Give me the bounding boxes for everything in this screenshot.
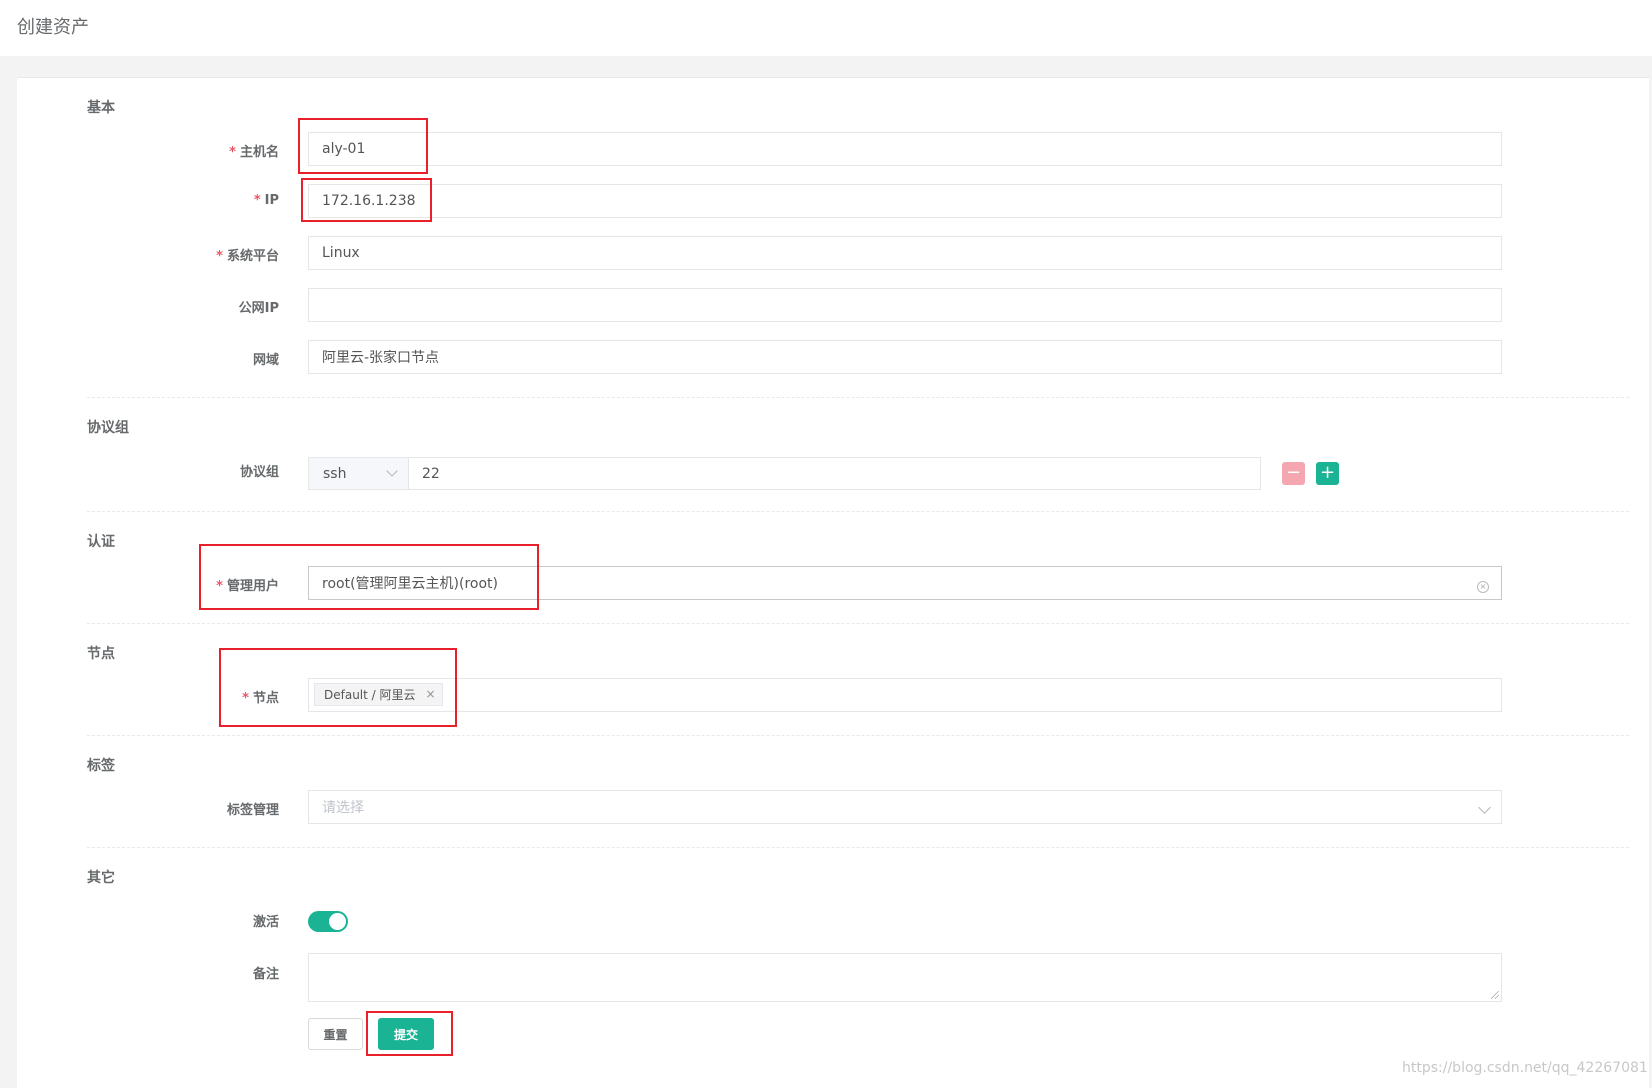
- ip-input[interactable]: 172.16.1.238: [308, 184, 1502, 218]
- section-divider: [87, 847, 1629, 848]
- section-title-node: 节点: [87, 646, 115, 662]
- highlight-box-node: [219, 648, 457, 727]
- public-ip-input[interactable]: [308, 288, 1502, 322]
- active-label: 激活: [252, 915, 279, 930]
- highlight-box-admin-user: [199, 544, 539, 610]
- highlight-box-ip: [301, 178, 432, 222]
- page-title: 创建资产: [17, 17, 89, 38]
- resize-handle-icon[interactable]: [1491, 991, 1499, 999]
- public-ip-label: 公网IP: [238, 301, 279, 316]
- platform-label: * 系统平台: [216, 249, 279, 264]
- protocols-label: 协议组: [239, 465, 279, 480]
- reset-button[interactable]: 重置: [308, 1018, 363, 1050]
- required-mark: *: [229, 145, 236, 160]
- platform-select[interactable]: Linux: [308, 236, 1502, 270]
- hostname-label: * 主机名: [229, 145, 279, 160]
- highlight-box-submit: [366, 1011, 453, 1056]
- labels-label: 标签管理: [226, 803, 279, 818]
- port-input[interactable]: 22: [408, 457, 1261, 490]
- remove-protocol-button[interactable]: −: [1282, 462, 1305, 485]
- domain-select[interactable]: 阿里云-张家口节点: [308, 340, 1502, 374]
- section-title-tags: 标签: [87, 758, 115, 774]
- protocol-select[interactable]: ssh: [308, 457, 409, 490]
- labels-select[interactable]: 请选择: [308, 790, 1502, 824]
- highlight-box-hostname: [298, 118, 428, 174]
- required-mark: *: [253, 193, 261, 208]
- section-title-protocol: 协议组: [87, 420, 129, 436]
- section-title-other: 其它: [87, 870, 115, 886]
- ip-label: * IP: [253, 193, 279, 208]
- nodes-select[interactable]: [308, 678, 1502, 712]
- watermark: https://blog.csdn.net/qq_42267081: [1402, 1060, 1648, 1076]
- domain-label: 网域: [252, 353, 279, 368]
- add-protocol-button[interactable]: +: [1316, 462, 1339, 485]
- comment-label: 备注: [252, 967, 279, 982]
- toggle-knob: [329, 913, 346, 930]
- section-title-basic: 基本: [87, 100, 115, 116]
- page-header: 创建资产: [0, 0, 1652, 56]
- section-divider: [87, 623, 1629, 624]
- comment-textarea[interactable]: [308, 953, 1502, 1002]
- chevron-down-icon: [386, 465, 398, 477]
- section-title-auth: 认证: [87, 534, 115, 550]
- active-toggle[interactable]: [308, 911, 348, 932]
- required-mark: *: [216, 249, 223, 264]
- section-divider: [87, 735, 1629, 736]
- section-divider: [87, 397, 1629, 398]
- clear-icon[interactable]: ×: [1477, 581, 1489, 593]
- hostname-input[interactable]: aly-01: [308, 132, 1502, 166]
- section-divider: [87, 511, 1629, 512]
